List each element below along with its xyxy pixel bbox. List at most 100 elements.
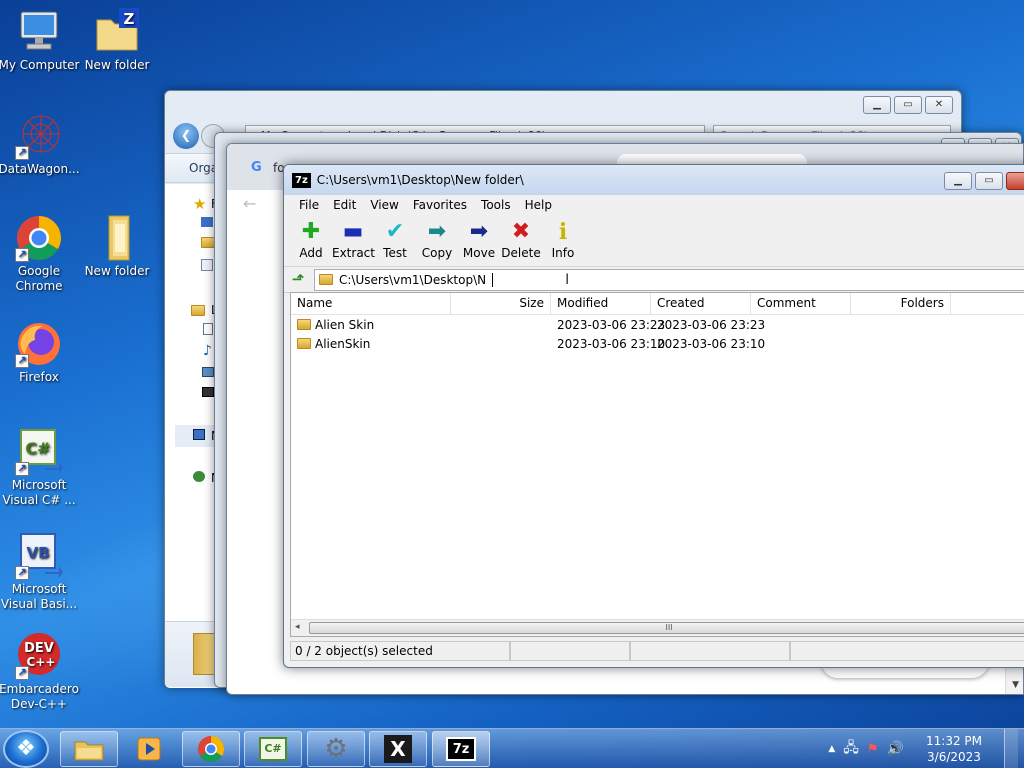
- chrome-scroll-down-icon[interactable]: ▼: [1012, 680, 1019, 690]
- table-row[interactable]: Alien Skin 2023-03-06 23:23 2023-03-06 2…: [291, 315, 1024, 334]
- desktop-icon-new-folder[interactable]: New folder: [76, 214, 158, 279]
- menu-favorites[interactable]: Favorites: [406, 198, 474, 212]
- scroll-thumb[interactable]: III: [309, 622, 1024, 634]
- computer-nav-icon[interactable]: [193, 429, 205, 440]
- desktop-icon-new-folder-zip[interactable]: Z New folder: [76, 8, 158, 73]
- desktop-nav-icon[interactable]: [201, 217, 213, 227]
- taskbar-settings[interactable]: ⚙: [307, 731, 365, 767]
- add-label: Add: [299, 246, 323, 260]
- file-created: 2023-03-06 23:10: [657, 336, 766, 351]
- menu-tools[interactable]: Tools: [474, 198, 518, 212]
- delete-button[interactable]: ✖ Delete: [500, 220, 542, 261]
- column-comment[interactable]: Comment: [751, 293, 851, 314]
- libraries-icon: [191, 305, 205, 316]
- sevenzip-titlebar[interactable]: 7z C:\Users\vm1\Desktop\New folder\: [284, 165, 1024, 195]
- desktop-icon-label: New folder: [84, 264, 150, 278]
- folder-icon: [319, 274, 333, 285]
- network-nav-icon[interactable]: [193, 471, 205, 482]
- address-input[interactable]: C:\Users\vm1\Desktop\N I: [314, 268, 1024, 291]
- shortcut-arrow-icon: ↗: [15, 666, 29, 680]
- desktop-icon-google-chrome[interactable]: ↗ Google Chrome: [0, 214, 80, 294]
- clock-time: 11:32 PM: [926, 734, 982, 748]
- show-hidden-icons-icon[interactable]: ▲: [828, 744, 835, 754]
- menu-file[interactable]: File: [292, 198, 326, 212]
- maximize-button[interactable]: ▭: [894, 96, 922, 114]
- extract-label: Extract: [332, 246, 375, 260]
- maximize-button[interactable]: ▭: [975, 172, 1003, 190]
- file-name: Alien Skin: [315, 317, 375, 332]
- desktop-icon-datawagon[interactable]: ↗ DataWagon...: [0, 112, 80, 177]
- videos-nav-icon[interactable]: [202, 387, 214, 397]
- back-arrow-icon[interactable]: ❮: [173, 123, 199, 149]
- menu-view[interactable]: View: [363, 198, 405, 212]
- desktop-icon-my-computer[interactable]: My Computer: [0, 8, 80, 73]
- extract-icon: ▬: [342, 219, 364, 244]
- shortcut-arrow-icon: ↗: [15, 566, 29, 580]
- network-icon[interactable]: 🖧: [843, 737, 859, 761]
- pictures-nav-icon[interactable]: [202, 367, 214, 377]
- taskbar-visual-csharp[interactable]: C#: [244, 731, 302, 767]
- desktop-icon-visual-csharp[interactable]: C# ↗ Microsoft Visual C# ...: [0, 428, 80, 508]
- visual-csharp-icon: C# ↗: [15, 428, 63, 476]
- desktop-icon-label: New folder: [84, 58, 150, 72]
- zip-folder-icon: Z: [93, 8, 141, 56]
- menu-edit[interactable]: Edit: [326, 198, 363, 212]
- documents-nav-icon[interactable]: [203, 323, 213, 335]
- firefox-icon: ↗: [15, 320, 63, 368]
- sevenzip-window[interactable]: 7z C:\Users\vm1\Desktop\New folder\ ▁ ▭ …: [283, 164, 1024, 668]
- minimize-button[interactable]: ▁: [863, 96, 891, 114]
- downloads-nav-icon[interactable]: [201, 237, 215, 248]
- taskbar-explorer[interactable]: [60, 731, 118, 767]
- google-g-icon: G: [251, 160, 262, 175]
- move-button[interactable]: ➡ Move: [458, 220, 500, 261]
- table-row[interactable]: AlienSkin 2023-03-06 23:10 2023-03-06 23…: [291, 334, 1024, 353]
- menu-help[interactable]: Help: [518, 198, 559, 212]
- minimize-button[interactable]: ▁: [944, 172, 972, 190]
- column-created[interactable]: Created: [651, 293, 751, 314]
- close-button[interactable]: ✕: [925, 96, 953, 114]
- chrome-icon: [198, 735, 225, 763]
- column-name[interactable]: Name: [291, 293, 451, 314]
- file-name: AlienSkin: [315, 336, 371, 351]
- copy-button[interactable]: ➡ Copy: [416, 219, 458, 261]
- 7zip-logo-icon: 7z: [292, 172, 311, 188]
- column-modified[interactable]: Modified: [551, 293, 651, 314]
- add-button[interactable]: ✚ Add: [290, 220, 332, 261]
- column-folders[interactable]: Folders: [851, 293, 951, 314]
- close-button[interactable]: ✕: [1006, 172, 1024, 190]
- delete-label: Delete: [501, 246, 541, 260]
- action-center-icon[interactable]: ⚑: [867, 742, 879, 757]
- taskbar-chrome[interactable]: [182, 731, 240, 767]
- desktop-icon-visual-basic[interactable]: VB ↗ Microsoft Visual Basi...: [0, 532, 80, 612]
- svg-text:VB: VB: [26, 544, 49, 562]
- windows-logo-icon: ❖: [16, 736, 36, 761]
- system-tray: ▲ 🖧 ⚑ 🔊 11:32 PM 3/6/2023: [828, 729, 1024, 768]
- file-modified: 2023-03-06 23:10: [557, 336, 666, 351]
- recent-nav-icon[interactable]: [201, 259, 213, 271]
- desktop-icon-label: My Computer: [0, 58, 80, 72]
- clock[interactable]: 11:32 PM 3/6/2023: [926, 733, 982, 765]
- chrome-back-icon[interactable]: ←: [243, 194, 256, 213]
- file-list[interactable]: Name Size Modified Created Comment Folde…: [290, 292, 1024, 637]
- taskbar-7zip[interactable]: 7z: [432, 731, 490, 767]
- copy-icon: ➡: [427, 219, 447, 244]
- move-label: Move: [462, 246, 496, 260]
- menu-bar: File Edit View Favorites Tools Help: [284, 195, 1024, 215]
- music-nav-icon[interactable]: ♪: [203, 343, 212, 359]
- window-title: C:\Users\vm1\Desktop\New folder\: [316, 173, 524, 187]
- start-button[interactable]: ❖: [3, 730, 49, 768]
- horizontal-scrollbar[interactable]: ◂ III: [291, 619, 1024, 636]
- up-folder-icon[interactable]: ⬏: [288, 270, 308, 290]
- desktop-icon-devcpp[interactable]: DEV C++ ↗ Embarcadero Dev-C++: [0, 632, 80, 712]
- taskbar-media-player[interactable]: [121, 731, 179, 767]
- info-button[interactable]: i Info: [542, 220, 584, 260]
- desktop-icon-label: Microsoft Visual C# ...: [2, 478, 76, 507]
- desktop-icon-firefox[interactable]: ↗ Firefox: [0, 320, 80, 385]
- taskbar-x-app[interactable]: X: [369, 731, 427, 767]
- volume-icon[interactable]: 🔊: [887, 741, 904, 757]
- scroll-left-icon[interactable]: ◂: [295, 622, 300, 632]
- show-desktop-button[interactable]: [1004, 729, 1018, 768]
- column-size[interactable]: Size: [451, 293, 551, 314]
- test-button[interactable]: ✔ Test: [374, 220, 416, 261]
- extract-button[interactable]: ▬ Extract: [332, 219, 375, 261]
